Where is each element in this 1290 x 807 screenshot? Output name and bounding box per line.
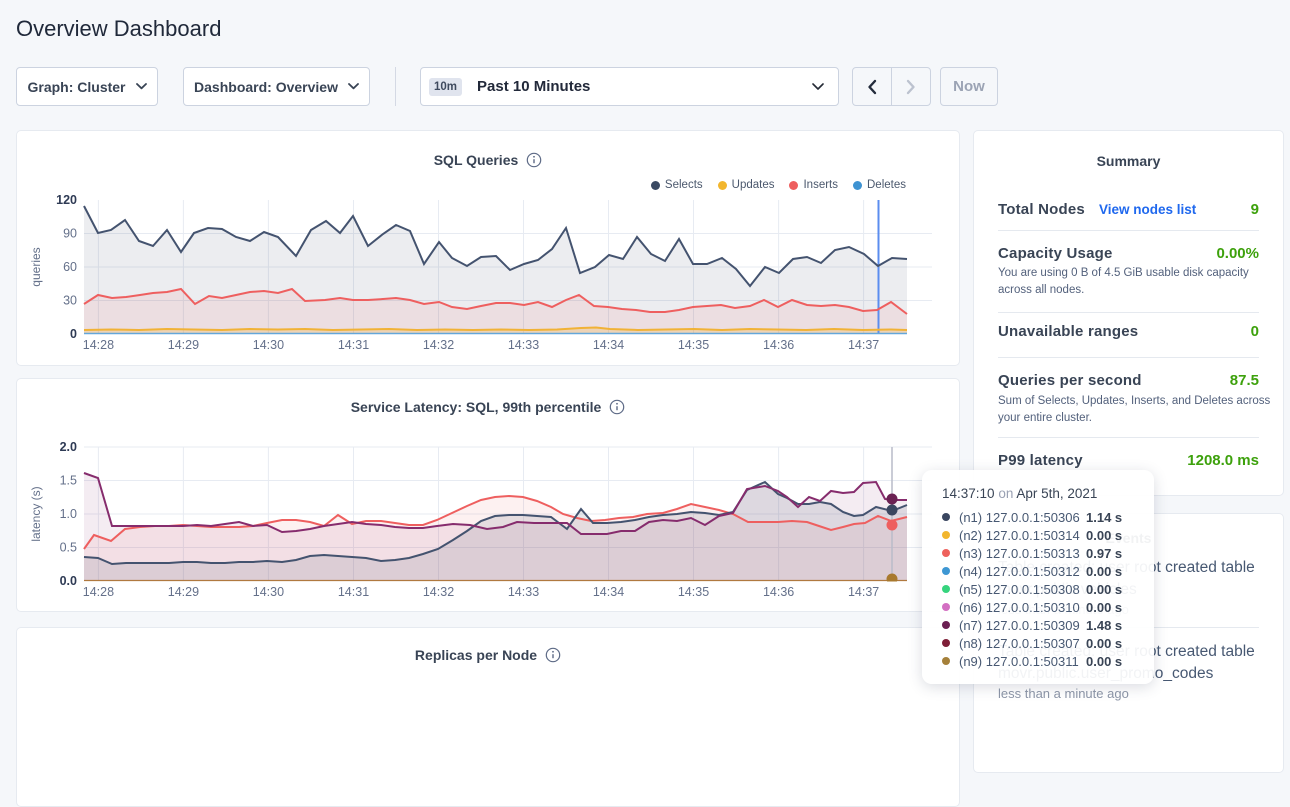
svg-text:latency (s): latency (s) (29, 486, 43, 541)
svg-text:14:37: 14:37 (848, 338, 879, 352)
svg-text:14:31: 14:31 (338, 585, 369, 599)
svg-text:14:29: 14:29 (168, 585, 199, 599)
svg-text:14:35: 14:35 (678, 585, 709, 599)
svg-text:14:33: 14:33 (508, 585, 539, 599)
svg-text:0.0: 0.0 (60, 574, 77, 588)
svg-text:14:31: 14:31 (338, 338, 369, 352)
svg-text:14:35: 14:35 (678, 338, 709, 352)
svg-text:14:36: 14:36 (763, 585, 794, 599)
svg-text:14:32: 14:32 (423, 585, 454, 599)
svg-text:0: 0 (70, 327, 77, 341)
svg-text:14:28: 14:28 (83, 338, 114, 352)
svg-text:14:33: 14:33 (508, 338, 539, 352)
svg-text:2.0: 2.0 (60, 440, 77, 454)
svg-text:90: 90 (63, 227, 77, 241)
svg-text:30: 30 (63, 294, 77, 308)
svg-text:0.5: 0.5 (60, 541, 77, 555)
svg-text:14:29: 14:29 (168, 338, 199, 352)
svg-text:14:36: 14:36 (763, 338, 794, 352)
svg-text:14:30: 14:30 (253, 585, 284, 599)
svg-text:14:37: 14:37 (848, 585, 879, 599)
svg-text:queries: queries (29, 247, 43, 286)
svg-text:1.0: 1.0 (60, 507, 77, 521)
svg-text:120: 120 (56, 193, 77, 207)
svg-text:14:34: 14:34 (593, 585, 624, 599)
svg-text:60: 60 (63, 260, 77, 274)
svg-text:1.5: 1.5 (60, 474, 77, 488)
svg-text:14:28: 14:28 (83, 585, 114, 599)
svg-text:14:34: 14:34 (593, 338, 624, 352)
svg-text:14:32: 14:32 (423, 338, 454, 352)
svg-text:14:30: 14:30 (253, 338, 284, 352)
